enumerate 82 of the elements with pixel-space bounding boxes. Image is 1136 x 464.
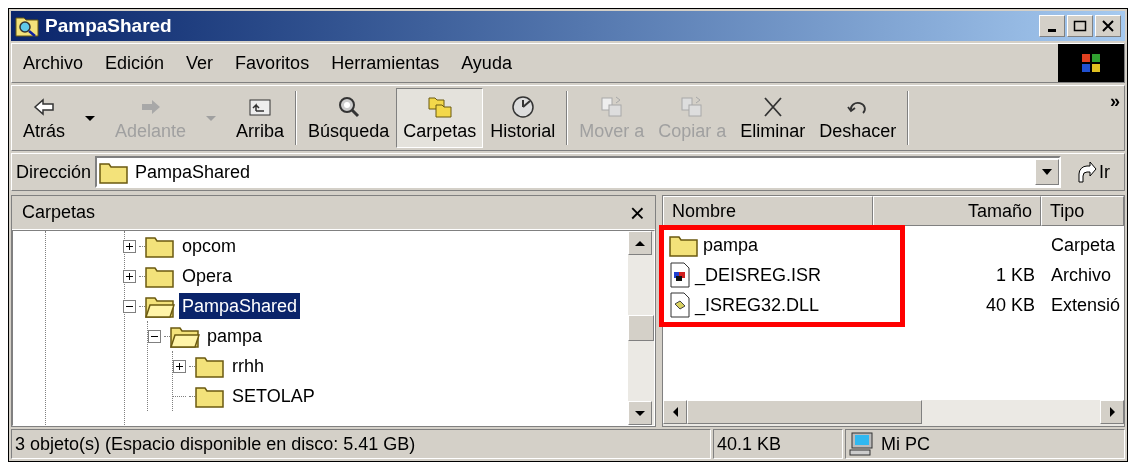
close-button[interactable] [1095,15,1121,37]
maximize-icon [1073,20,1087,32]
close-button[interactable]: × [629,199,645,226]
go-button[interactable]: Ir [1065,158,1120,186]
tree-item[interactable]: SETOLAP [229,383,318,409]
folder-search-icon [15,15,39,37]
scroll-left-button[interactable] [663,400,687,424]
file-name[interactable]: _DEISREG.ISR [695,261,822,289]
clock-icon [509,94,536,120]
file-type: Carpeta [1051,234,1116,255]
triangle-arrow-icon [1109,407,1115,417]
open-folder-icon [170,324,200,348]
folder-icon [145,234,175,258]
status-zone: Mi PC [881,432,930,456]
move-folder-icon [598,94,625,120]
tree-item[interactable]: pampa [204,323,266,349]
more-chevron[interactable]: » [1110,88,1120,115]
status-text: 3 objeto(s) (Espacio disponible en disco: 5.41 GB) [11,429,711,459]
toolbar-button[interactable]: Carpetas [396,88,484,148]
toolbar-button[interactable]: Búsqueda [301,88,397,148]
tree-item[interactable]: PampaShared [179,293,301,319]
window-title: PampaShared [45,13,172,38]
file-icon [669,262,691,288]
toolbar-button[interactable]: Deshacer [812,88,904,148]
pane-title: Carpetas [22,201,96,224]
file-type: Extensió [1051,294,1121,315]
collapse-box-icon[interactable] [123,299,136,313]
windows-logo [1058,44,1124,82]
folder-icon [99,160,130,184]
triangle-arrow-icon [635,410,645,416]
minimize-button[interactable] [1039,15,1065,37]
status-size: 40.1 KB [713,429,843,459]
open-folder-icon [145,294,175,318]
scroll-up-button[interactable] [628,231,652,255]
file-size: 1 KB [995,263,1035,287]
computer-icon [849,432,875,456]
minimize-icon [1048,28,1056,32]
folder-icon [145,264,175,288]
menu-item[interactable]: Herramientas [320,49,451,77]
scroll-down-button[interactable] [628,401,652,425]
folders-icon [426,94,453,120]
dropdown-button[interactable] [1035,159,1059,185]
triangle-arrow-icon [635,240,645,246]
scroll-thumb[interactable] [687,400,922,424]
go-arrow-icon [1075,160,1097,184]
tree-item[interactable]: opcom [179,233,240,259]
menu-item[interactable]: Ver [175,49,225,77]
file-type: Archivo [1051,264,1112,285]
horizontal-scrollbar[interactable] [663,400,1124,426]
expand-box-icon[interactable] [123,239,136,253]
folder-icon [669,233,699,257]
toolbar-button[interactable]: Atrás [16,88,72,148]
menu-item[interactable]: Favoritos [224,49,321,77]
scroll-right-button[interactable] [1100,400,1124,424]
caret-icon [1041,168,1053,176]
scroll-thumb[interactable] [628,315,654,341]
expand-box-icon[interactable] [123,269,136,283]
file-name[interactable]: _ISREG32.DLL [695,291,820,319]
collapse-box-icon[interactable] [148,329,161,343]
toolbar-button[interactable]: Arriba [229,88,292,148]
menu-item[interactable]: Ayuda [450,49,523,77]
folder-icon [195,384,225,408]
file-size: 40 KB [985,293,1035,317]
menu-item[interactable]: Edición [94,49,176,77]
close-icon [1101,20,1115,32]
expand-box-icon[interactable] [173,359,186,373]
folder-icon [195,354,225,378]
triangle-arrow-icon [672,407,678,417]
column-header[interactable]: Tamaño [873,196,1041,226]
toolbar-button[interactable]: Eliminar [733,88,813,148]
address-field[interactable]: PampaShared [95,156,1061,188]
file-name[interactable]: pampa [703,231,759,259]
column-header[interactable]: Tipo [1041,196,1124,226]
tree-item[interactable]: Opera [179,263,236,289]
column-header[interactable]: Nombre [663,196,873,226]
address-label: Dirección [16,160,92,184]
tree-item[interactable]: rrhh [229,353,267,379]
vertical-scrollbar[interactable] [628,231,654,425]
toolbar-button[interactable]: Historial [483,88,563,148]
maximize-button[interactable] [1067,15,1093,37]
file-icon [669,292,691,318]
menu-item[interactable]: Archivo [12,49,95,77]
